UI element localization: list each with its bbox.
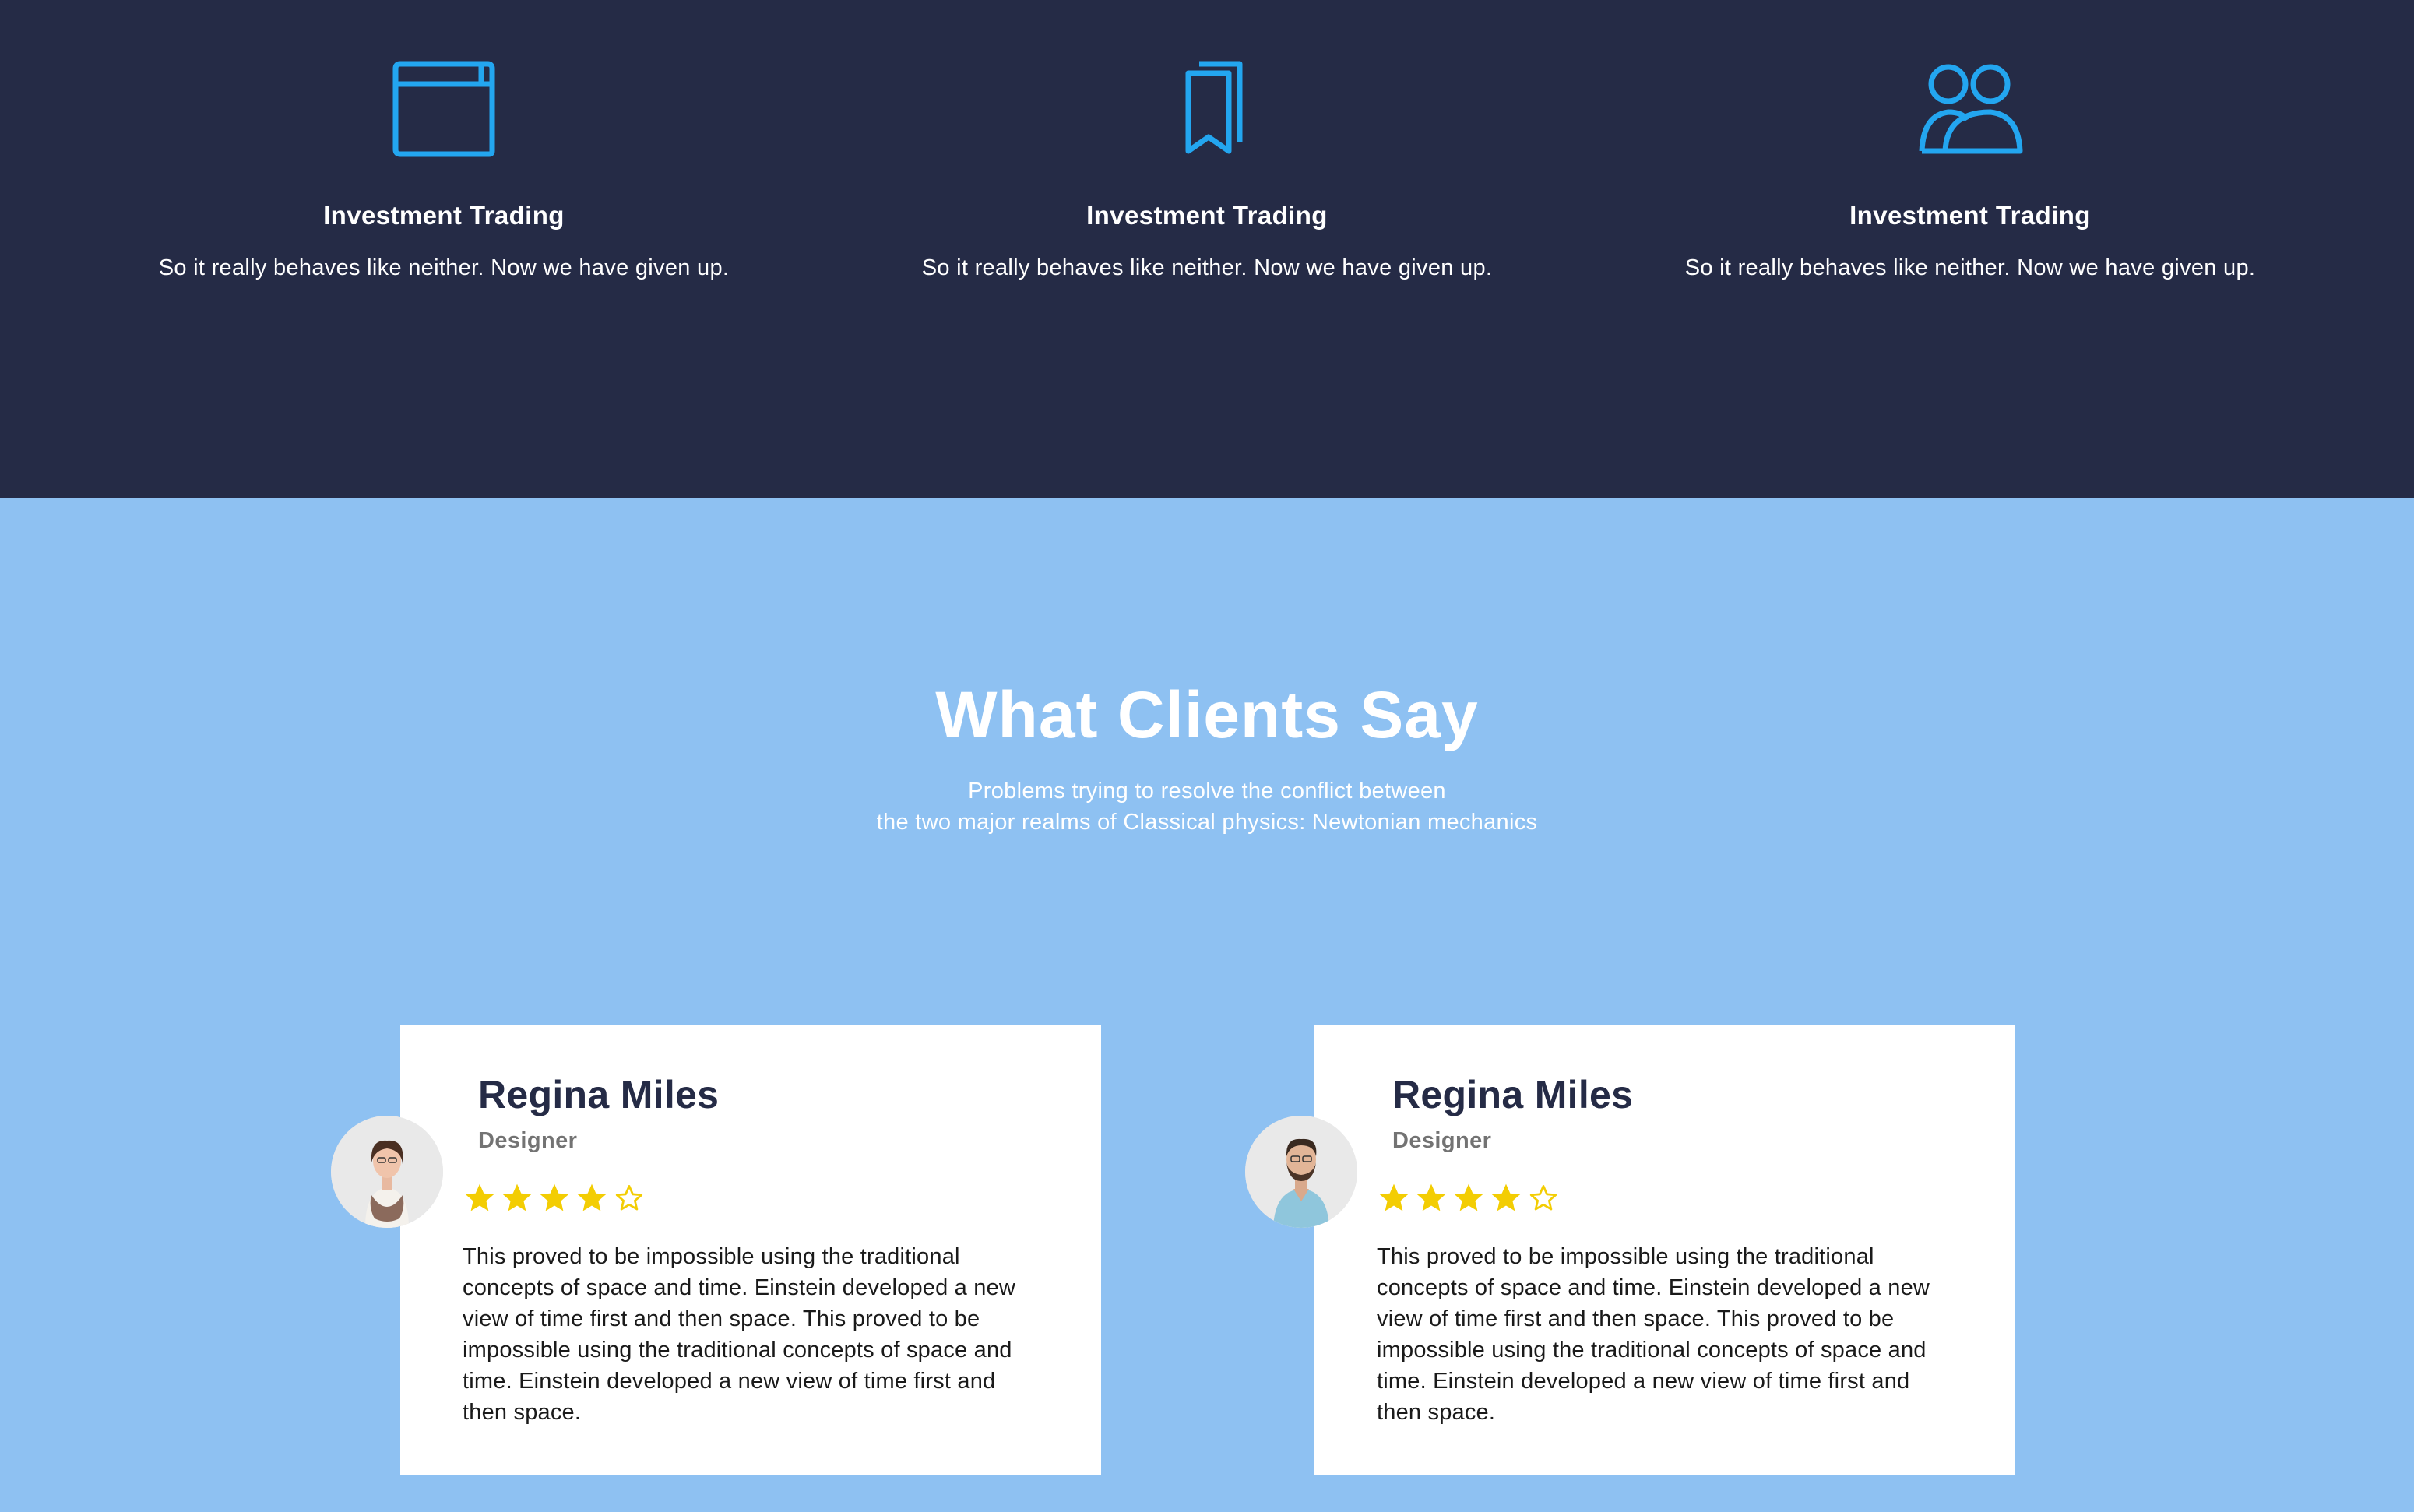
features-section: Investment Trading So it really behaves … [0,0,2414,498]
star-filled-icon [1491,1183,1521,1211]
testimonial-quote: This proved to be impossible using the t… [1377,1244,1930,1425]
feature-description: So it really behaves like neither. Now w… [921,255,1493,280]
feature-title: Investment Trading [323,201,565,230]
avatar [331,1116,443,1228]
star-outline-icon [615,1185,643,1211]
star-rating [1377,1181,1561,1218]
bookmarks-icon [1185,61,1243,154]
star-filled-icon [577,1183,607,1211]
testimonial-card: Regina Miles Designer This proved to be … [1314,1025,2015,1475]
browser-window-icon [392,61,495,157]
section-subtitle: the two major realms of Classical physic… [876,810,1538,835]
section-subtitle: Problems trying to resolve the conflict … [968,779,1446,803]
client-name: Regina Miles [478,1073,720,1116]
testimonial-quote: This proved to be impossible using the t… [463,1244,1016,1425]
feature-title: Investment Trading [1086,201,1328,230]
feature-title: Investment Trading [1849,201,2091,230]
feature-description: So it really behaves like neither. Now w… [1684,255,2256,280]
star-filled-icon [502,1183,532,1211]
star-outline-icon [1529,1185,1557,1211]
section-title: What Clients Say [935,678,1479,751]
star-filled-icon [540,1183,569,1211]
star-rating [463,1181,646,1218]
star-filled-icon [1416,1183,1446,1211]
client-role: Designer [1392,1128,1492,1153]
star-filled-icon [1454,1183,1483,1211]
star-filled-icon [465,1183,494,1211]
man-avatar-icon [1245,1116,1357,1228]
avatar [1245,1116,1357,1228]
testimonial-card: Regina Miles Designer This proved to be … [400,1025,1101,1475]
client-role: Designer [478,1128,578,1153]
client-name: Regina Miles [1392,1073,1634,1116]
woman-avatar-icon [331,1116,443,1228]
users-icon [1919,64,2023,154]
feature-description: So it really behaves like neither. Now w… [158,255,730,280]
star-filled-icon [1379,1183,1409,1211]
